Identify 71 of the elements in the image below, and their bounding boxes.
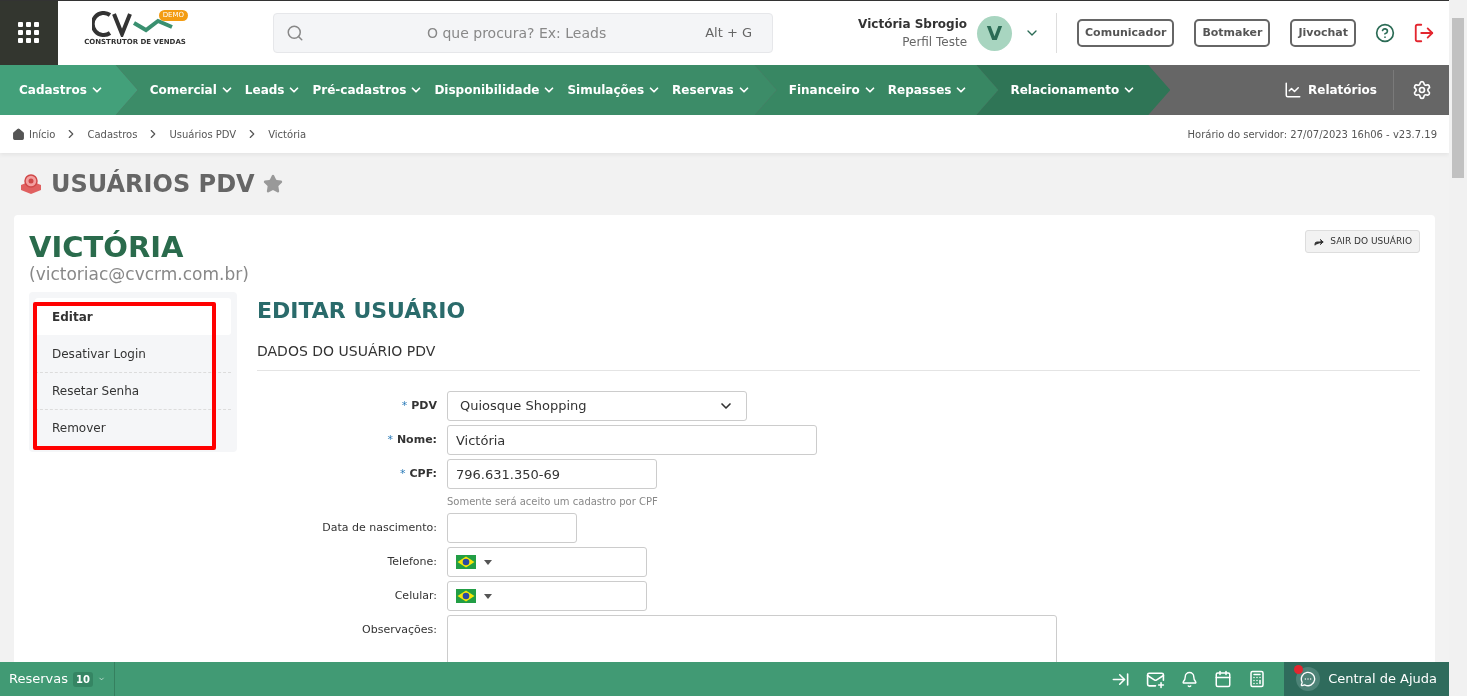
nav-menu-item[interactable]: Disponibilidade xyxy=(434,81,557,99)
settings-icon xyxy=(1411,80,1432,100)
user-profile: Perfil Teste xyxy=(902,34,968,51)
nav-menu-item[interactable]: Pré-cadastros xyxy=(312,81,424,99)
user-avatar[interactable]: V xyxy=(977,15,1013,51)
logout-icon[interactable] xyxy=(1413,22,1435,44)
reservations-button[interactable]: Reservas 10 xyxy=(0,662,115,696)
count-badge: 10 xyxy=(73,671,93,687)
server-time: Horário do servidor: 27/07/2023 16h06 - v23.7.19 xyxy=(1187,127,1437,142)
header-button[interactable]: Comunicador xyxy=(1077,19,1175,47)
field-label: Telefone: xyxy=(387,553,437,570)
nav-menu-item[interactable]: Reservas xyxy=(672,81,751,99)
reports-link[interactable]: Relatórios xyxy=(1284,65,1393,115)
apps-menu-button[interactable] xyxy=(0,0,58,66)
breadcrumb-link[interactable]: Victória xyxy=(268,126,307,142)
mail-icon[interactable] xyxy=(1146,669,1166,689)
field-label: CPF: xyxy=(409,465,437,482)
brazil-flag-icon xyxy=(456,555,476,569)
dropdown-caret-icon xyxy=(484,593,492,599)
required-mark: * xyxy=(401,397,408,414)
nav-menu-item[interactable]: Repasses xyxy=(887,81,969,99)
nav-menu-item[interactable]: Financeiro xyxy=(788,81,877,99)
exit-user-button[interactable]: SAIR DO USUÁRIO xyxy=(1305,230,1420,253)
breadcrumb-link[interactable]: Cadastros xyxy=(87,126,138,142)
text-field[interactable]: Victória xyxy=(447,425,817,455)
header-button[interactable]: Botmaker xyxy=(1194,19,1271,47)
field-label: Observações: xyxy=(362,621,437,638)
side-menu-item[interactable]: Desativar Login xyxy=(35,335,231,372)
user-email: (victoriac@cvcrm.com.br) xyxy=(29,264,249,284)
help-icon[interactable] xyxy=(1375,23,1395,43)
brazil-flag-icon xyxy=(456,589,476,603)
form-title: EDITAR USUÁRIO xyxy=(257,297,467,325)
home-icon xyxy=(12,127,25,141)
search-placeholder: O que procura? Ex: Leads xyxy=(425,23,608,43)
side-menu-item[interactable]: Remover xyxy=(35,409,231,446)
page-title: USUÁRIOS PDV xyxy=(51,168,255,200)
calculator-icon[interactable] xyxy=(1248,670,1267,688)
text-field[interactable]: 796.631.350-69 xyxy=(447,459,657,489)
favorite-star-icon[interactable] xyxy=(262,174,283,194)
field-hint: Somente será aceito um cadastro por CPF xyxy=(447,495,659,509)
calendar-icon[interactable] xyxy=(1214,670,1233,688)
user-heading: VICTÓRIA xyxy=(29,230,185,264)
keyboard-shortcut: Alt + G xyxy=(705,24,752,43)
nav-menu-item[interactable]: Simulações xyxy=(567,81,662,99)
section-title: DADOS DO USUÁRIO PDV xyxy=(257,341,1420,371)
search-icon xyxy=(286,24,304,42)
field-label: Nome: xyxy=(396,431,437,448)
grid-icon xyxy=(18,22,40,44)
bell-icon[interactable] xyxy=(1181,670,1199,688)
phone-field[interactable] xyxy=(447,547,647,577)
nav-menu-item[interactable]: Comercial xyxy=(149,81,234,99)
header-button[interactable]: Jivochat xyxy=(1290,19,1356,47)
dropdown-caret-icon xyxy=(484,559,492,565)
side-menu-item[interactable]: Resetar Senha xyxy=(35,372,231,409)
chart-icon xyxy=(1284,81,1302,99)
help-center-button[interactable]: Central de Ajuda xyxy=(1284,662,1449,696)
date-field[interactable] xyxy=(447,513,577,543)
nav-menu-item[interactable]: Leads xyxy=(244,81,302,99)
field-label: PDV xyxy=(411,397,437,414)
field-label: Data de nascimento: xyxy=(322,519,437,536)
pdv-select[interactable]: Quiosque Shopping xyxy=(447,391,747,421)
target-box-icon xyxy=(19,173,43,195)
search-field[interactable]: O que procura? Ex: Leads Alt + G xyxy=(273,13,773,53)
chat-bubble-icon xyxy=(1296,667,1321,691)
required-mark: * xyxy=(400,465,406,482)
phone-field[interactable] xyxy=(447,581,647,611)
breadcrumb-link[interactable]: Início xyxy=(29,126,56,142)
breadcrumb-link[interactable]: Usuários PDV xyxy=(169,126,237,142)
field-label: Celular: xyxy=(394,587,437,604)
required-mark: * xyxy=(387,431,393,448)
user-name: Victória Sbrogio xyxy=(858,16,968,33)
